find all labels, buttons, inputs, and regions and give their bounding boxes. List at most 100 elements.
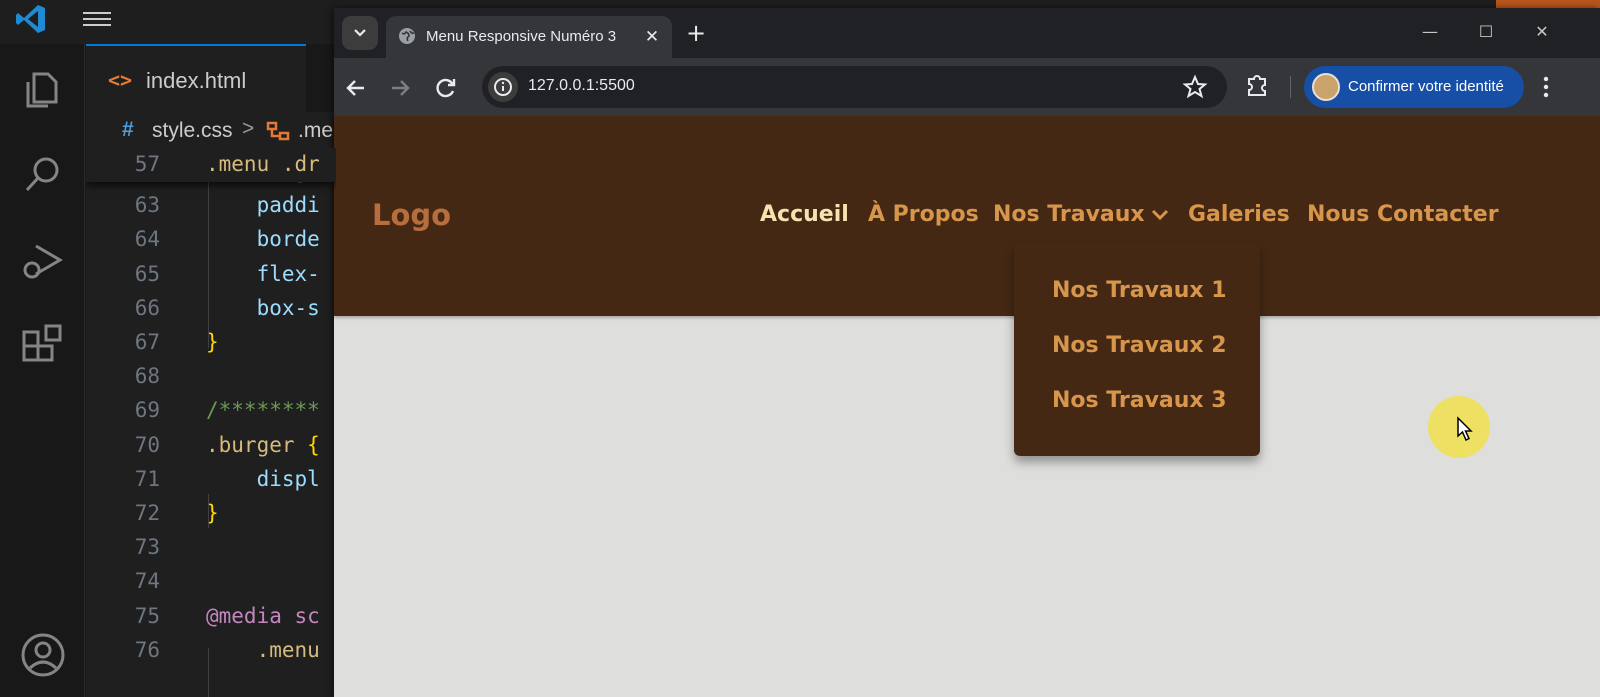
code-text: displ [206,466,320,491]
line-number: 68 [134,364,160,389]
avatar [1312,73,1340,101]
tab-search-button[interactable] [342,16,378,50]
indent-guide [208,178,209,348]
page-viewport: Logo Accueil À Propos Nos Travaux Galeri… [334,116,1600,697]
html-file-icon: <> [108,68,133,92]
run-debug-icon[interactable] [18,236,68,286]
nav-link-accueil[interactable]: Accueil [760,202,849,227]
editor-tab-bar: <> index.html [86,44,336,112]
minimize-button[interactable]: — [1408,16,1452,48]
code-line[interactable]: 75 @media sc [86,604,336,638]
site-navbar: Logo Accueil À Propos Nos Travaux Galeri… [334,116,1600,316]
nav-link-galeries[interactable]: Galeries [1188,202,1290,227]
hamburger-menu-icon[interactable] [80,8,114,32]
code-text: paddi [206,193,320,218]
browser-toolbar: 127.0.0.1:5500 Confirmer votre identité [334,58,1600,116]
dropdown-item[interactable]: Nos Travaux 3 [1052,388,1227,413]
vscode-logo-icon [16,5,45,33]
code-line[interactable]: 66 box-s [86,296,336,330]
breadcrumb-symbol[interactable]: .me [298,119,333,143]
nav-link-nos-travaux[interactable]: Nos Travaux [993,202,1145,227]
bookmark-star-icon[interactable] [1182,74,1208,100]
code-text: flex- [206,261,320,286]
code-area[interactable]: 57 .menu .dr 62 margi63 paddi64 borde65 … [86,148,336,697]
back-arrow-icon[interactable] [338,70,374,106]
code-text: /******** [206,398,320,423]
browser-tab[interactable]: Menu Responsive Numéro 3 ✕ [386,16,672,58]
line-number: 69 [134,398,160,423]
code-line[interactable]: 76 .menu [86,638,336,672]
line-number: 65 [134,261,160,286]
indent-guide [208,494,209,528]
code-line[interactable]: 70 .burger { [86,433,336,467]
editor-tab-index-html[interactable]: <> index.html [86,44,306,112]
code-selector: .burger [206,432,308,457]
line-number: 72 [134,501,160,525]
maximize-button[interactable]: ☐ [1464,16,1508,48]
site-info-icon[interactable] [488,72,518,102]
code-text: borde [206,227,320,252]
reload-icon[interactable] [428,70,464,106]
address-bar[interactable]: 127.0.0.1:5500 [482,66,1227,108]
nav-link-nous-contacter[interactable]: Nous Contacter [1307,202,1499,227]
close-tab-icon[interactable]: ✕ [640,25,664,49]
dropdown-menu: Nos Travaux 1 Nos Travaux 2 Nos Travaux … [1014,244,1260,456]
url-text[interactable]: 127.0.0.1:5500 [528,77,635,95]
code-line[interactable]: 63 paddi [86,193,336,227]
account-icon[interactable] [18,630,68,680]
code-line[interactable]: 72} [86,501,336,535]
nav-link-a-propos[interactable]: À Propos [868,202,979,227]
code-line[interactable]: 64 borde [86,227,336,261]
code-line[interactable]: 71 displ [86,467,336,501]
explorer-icon[interactable] [18,64,68,114]
activity-bar [0,44,85,697]
line-number: 67 [134,330,160,354]
code-text: box-s [206,295,320,320]
dropdown-item[interactable]: Nos Travaux 1 [1052,278,1227,303]
browser-tab-strip: Menu Responsive Numéro 3 ✕ + — ☐ ✕ [334,8,1600,58]
close-window-button[interactable]: ✕ [1520,16,1564,48]
breadcrumb-file[interactable]: style.css [152,119,233,143]
line-number: 75 [134,603,160,628]
breadcrumb: # style.css > .me [86,112,336,148]
indent-guide [208,648,209,697]
extensions-puzzle-icon[interactable] [1242,70,1272,100]
line-number: 63 [134,193,160,218]
css-file-icon: # [122,118,134,141]
code-line[interactable]: 65 flex- [86,262,336,296]
toolbar-divider [1290,76,1291,98]
dropdown-item[interactable]: Nos Travaux 2 [1052,333,1227,358]
new-tab-button[interactable]: + [682,20,710,48]
code-line[interactable]: 69 /******** [86,398,336,432]
code-brace: { [307,432,320,457]
code-editor: <> index.html # style.css > .me 57 .menu… [86,44,336,697]
more-menu-icon[interactable] [1536,70,1556,104]
code-line[interactable]: 67} [86,330,336,364]
line-number: 57 [134,152,160,176]
line-number: 73 [134,535,160,560]
breadcrumb-separator: > [242,117,255,140]
browser-tab-title: Menu Responsive Numéro 3 [426,28,617,45]
chevron-down-icon [1151,209,1169,221]
line-number: 64 [134,227,160,252]
profile-button[interactable]: Confirmer votre identité [1304,66,1524,108]
line-number: 76 [134,637,160,662]
code-text: .burger { [206,433,320,457]
code-line[interactable]: 73 [86,535,336,569]
site-logo[interactable]: Logo [372,198,451,232]
browser-window: Menu Responsive Numéro 3 ✕ + — ☐ ✕ 127.0… [334,8,1600,697]
editor-tab-label: index.html [146,68,247,93]
css-selector-symbol-icon [266,121,290,141]
sticky-scroll-line[interactable]: 57 .menu .dr [86,148,336,182]
code-text: .menu .dr [206,152,320,176]
code-line[interactable]: 74 [86,569,336,603]
code-text: .menu [206,637,320,662]
profile-label: Confirmer votre identité [1348,78,1504,95]
code-text: @media sc [206,603,320,628]
extensions-icon[interactable] [18,322,68,372]
globe-icon [399,28,415,44]
forward-arrow-icon[interactable] [382,70,418,106]
line-number: 66 [134,295,160,320]
search-icon[interactable] [18,150,68,200]
code-line[interactable]: 68 [86,364,336,398]
